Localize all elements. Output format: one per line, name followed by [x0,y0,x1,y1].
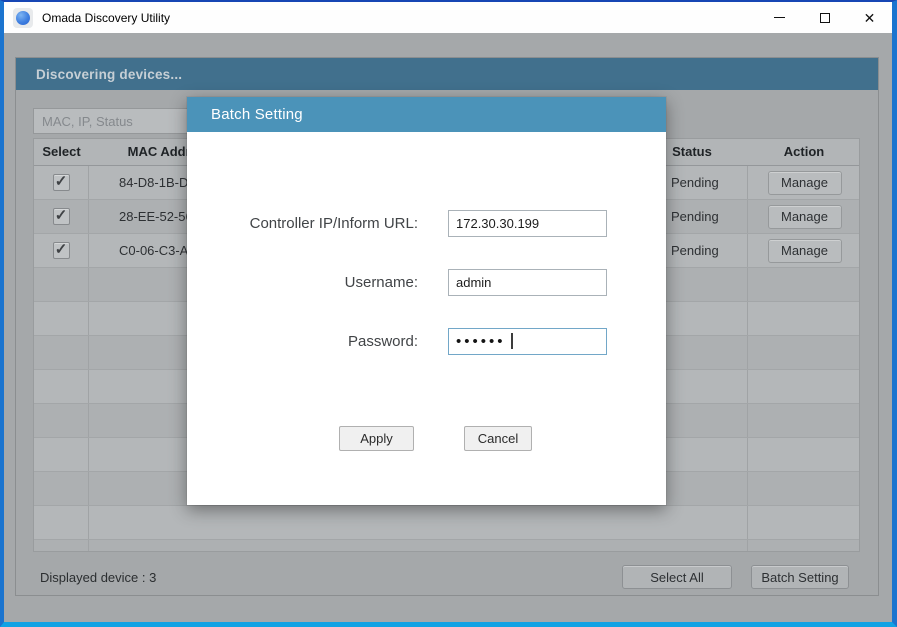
manage-button[interactable]: Manage [768,205,842,229]
password-field-wrapper [448,328,607,355]
maximize-button[interactable] [802,2,847,33]
client-area: Discovering devices... Select MAC Addres… [4,33,892,622]
dialog-title: Batch Setting [211,106,303,123]
discovery-status-text: Discovering devices... [36,67,182,82]
select-all-button[interactable]: Select All [622,565,732,589]
controller-url-label: Controller IP/Inform URL: [187,210,418,237]
manage-button[interactable]: Manage [768,239,842,263]
batch-setting-dialog: Batch Setting Controller IP/Inform URL: … [187,97,666,505]
app-window: Omada Discovery Utility ✕ Discovering de… [0,0,897,627]
username-row: Username: [187,269,666,296]
action-cell: Manage [747,234,860,267]
titlebar[interactable]: Omada Discovery Utility ✕ [4,2,892,33]
username-label: Username: [187,269,418,296]
table-row-empty [34,540,859,552]
maximize-icon [820,13,830,23]
check-icon: ✓ [55,208,68,223]
select-cell: ✓ [34,166,89,199]
password-input[interactable] [448,328,607,355]
apply-button[interactable]: Apply [339,426,414,451]
displayed-device-count: Displayed device : 3 [40,570,156,585]
cancel-button[interactable]: Cancel [464,426,532,451]
table-row-empty [34,506,859,540]
checkbox[interactable]: ✓ [53,174,70,191]
manage-button[interactable]: Manage [768,171,842,195]
minimize-button[interactable] [757,2,802,33]
text-cursor [511,333,513,349]
action-cell: Manage [747,200,860,233]
close-icon: ✕ [864,11,876,25]
controller-url-input[interactable] [448,210,607,237]
app-icon [13,8,33,28]
select-cell: ✓ [34,234,89,267]
check-icon: ✓ [55,242,68,257]
column-header-action: Action [747,139,860,165]
username-input[interactable] [448,269,607,296]
minimize-icon [774,17,785,18]
discovery-status-bar: Discovering devices... [16,58,878,90]
checkbox[interactable]: ✓ [53,208,70,225]
dialog-titlebar: Batch Setting [187,97,666,132]
check-icon: ✓ [55,174,68,189]
omada-logo-icon [16,11,30,25]
password-label: Password: [187,328,418,355]
action-cell: Manage [747,166,860,199]
window-title: Omada Discovery Utility [42,11,170,25]
column-header-select: Select [34,139,89,165]
window-controls: ✕ [757,2,892,33]
select-cell: ✓ [34,200,89,233]
batch-setting-button[interactable]: Batch Setting [751,565,849,589]
password-row: Password: [187,328,666,355]
close-button[interactable]: ✕ [847,2,892,33]
controller-url-row: Controller IP/Inform URL: [187,210,666,237]
checkbox[interactable]: ✓ [53,242,70,259]
